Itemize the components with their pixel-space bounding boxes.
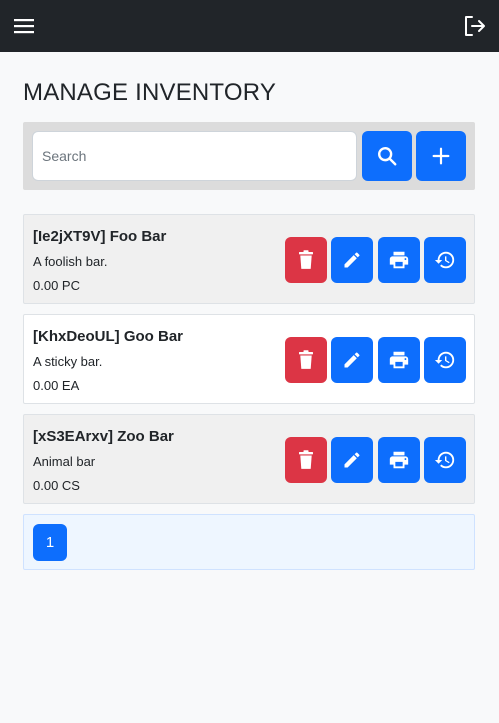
pencil-icon (344, 352, 360, 368)
search-bar (23, 122, 475, 190)
edit-button[interactable] (331, 237, 373, 283)
pencil-icon (344, 452, 360, 468)
trash-icon (299, 350, 313, 369)
search-input[interactable] (32, 131, 357, 181)
delete-button[interactable] (285, 237, 327, 283)
history-button[interactable] (424, 337, 466, 383)
print-button[interactable] (378, 237, 420, 283)
edit-button[interactable] (331, 337, 373, 383)
hamburger-menu-icon[interactable] (11, 13, 37, 39)
item-title: [KhxDeoUL] Goo Bar (33, 328, 183, 345)
item-quantity: 0.00 CS (33, 478, 80, 493)
history-icon (434, 451, 455, 469)
pagination: 1 (23, 514, 475, 570)
print-button[interactable] (378, 337, 420, 383)
logout-icon[interactable] (461, 13, 487, 39)
history-icon (434, 251, 455, 269)
item-quantity: 0.00 EA (33, 378, 80, 393)
printer-icon (389, 351, 409, 369)
item-title: [xS3EArxv] Zoo Bar (33, 428, 174, 445)
inventory-item: [KhxDeoUL] Goo Bar A sticky bar. 0.00 EA (23, 314, 475, 404)
item-description: Animal bar (33, 454, 96, 469)
history-button[interactable] (424, 437, 466, 483)
trash-icon (299, 250, 313, 269)
item-description: A foolish bar. (33, 254, 108, 269)
delete-button[interactable] (285, 337, 327, 383)
plus-icon (432, 147, 450, 165)
search-button[interactable] (362, 131, 412, 181)
printer-icon (389, 251, 409, 269)
page-title: MANAGE INVENTORY (23, 79, 277, 106)
history-button[interactable] (424, 237, 466, 283)
inventory-item: [Ie2jXT9V] Foo Bar A foolish bar. 0.00 P… (23, 214, 475, 304)
item-title: [Ie2jXT9V] Foo Bar (33, 228, 167, 245)
top-navbar (0, 0, 499, 52)
page-button-1[interactable]: 1 (33, 524, 67, 561)
add-item-button[interactable] (416, 131, 466, 181)
inventory-item: [xS3EArxv] Zoo Bar Animal bar 0.00 CS (23, 414, 475, 504)
edit-button[interactable] (331, 437, 373, 483)
item-quantity: 0.00 PC (33, 278, 80, 293)
trash-icon (299, 450, 313, 469)
search-icon (378, 147, 397, 166)
print-button[interactable] (378, 437, 420, 483)
pencil-icon (344, 252, 360, 268)
history-icon (434, 351, 455, 369)
printer-icon (389, 451, 409, 469)
item-description: A sticky bar. (33, 354, 103, 369)
delete-button[interactable] (285, 437, 327, 483)
